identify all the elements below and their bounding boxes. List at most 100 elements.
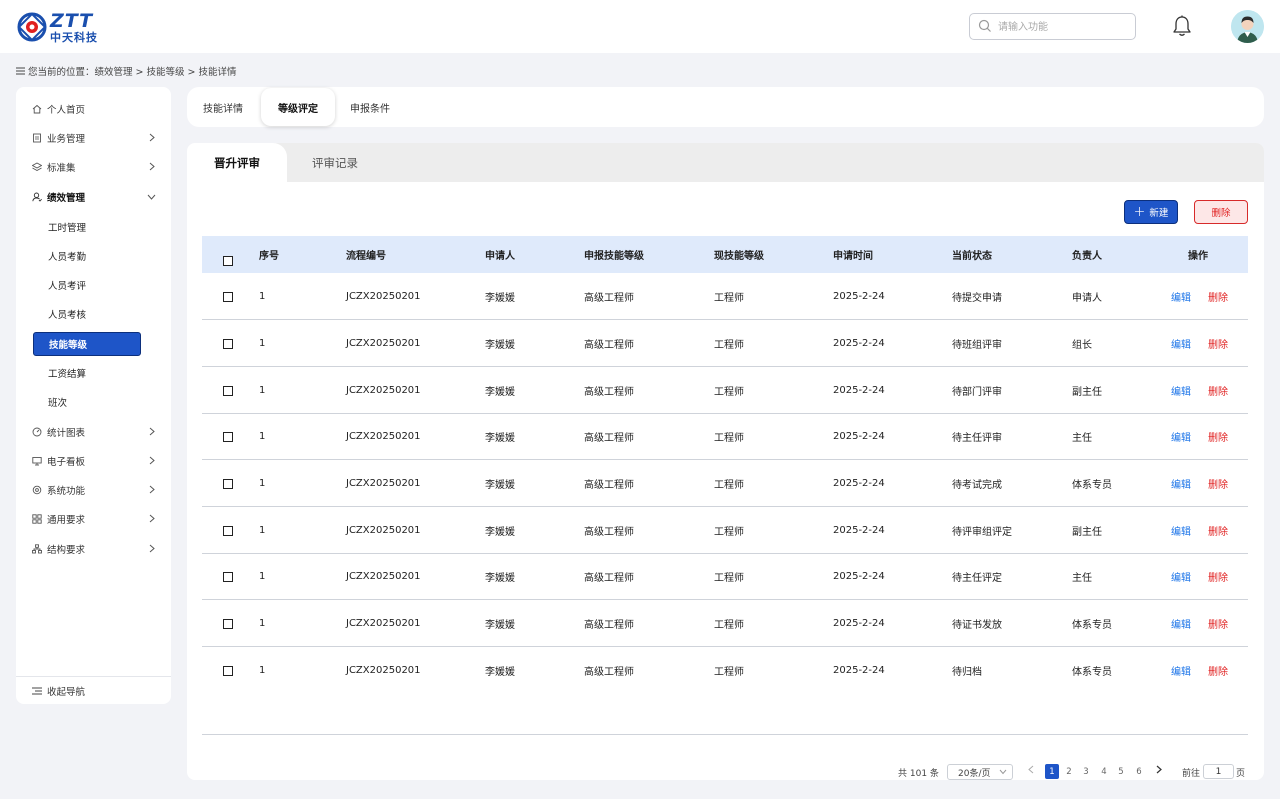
page-button[interactable]: 5 — [1114, 764, 1128, 779]
row-checkbox[interactable] — [223, 526, 233, 536]
tab-promotion-review[interactable]: 晋升评审 — [187, 143, 287, 182]
row-checkbox[interactable] — [223, 292, 233, 302]
cell-current-level: 工程师 — [714, 572, 744, 584]
cell-apply-level: 高级工程师 — [584, 572, 634, 584]
sidebar-item-general-req[interactable]: 通用要求 — [16, 506, 171, 532]
edit-link[interactable]: 编辑 — [1171, 647, 1191, 693]
sidebar-item-label: 系统功能 — [47, 486, 86, 497]
page-button[interactable]: 1 — [1045, 764, 1059, 779]
row-checkbox[interactable] — [223, 386, 233, 396]
sidebar-item-system[interactable]: 系统功能 — [16, 477, 171, 503]
cell-apply-level: 高级工程师 — [584, 339, 634, 351]
sidebar-sub-item-attendance[interactable]: 人员考勤 — [33, 244, 141, 268]
sidebar-item-home[interactable]: 个人首页 — [16, 96, 171, 122]
select-all-checkbox[interactable] — [223, 256, 233, 266]
grid-icon — [32, 514, 42, 524]
sidebar-sub-item-evaluation[interactable]: 人员考评 — [33, 273, 141, 297]
next-page-icon[interactable] — [1156, 765, 1162, 774]
row-checkbox[interactable] — [223, 619, 233, 629]
page-button[interactable]: 4 — [1097, 764, 1111, 779]
sidebar-sub-item-salary[interactable]: 工资结算 — [33, 361, 141, 385]
cell-applicant: 李媛媛 — [485, 339, 515, 351]
tab-review-records[interactable]: 评审记录 — [287, 143, 383, 182]
sidebar-item-standards[interactable]: 标准集 — [16, 154, 171, 180]
delete-link[interactable]: 删除 — [1208, 600, 1228, 646]
row-checkbox[interactable] — [223, 339, 233, 349]
sidebar-item-label: 绩效管理 — [47, 193, 86, 204]
cell-current-level: 工程师 — [714, 386, 744, 398]
sidebar-item-label: 个人首页 — [47, 105, 86, 116]
tab-application-conditions[interactable]: 申报条件 — [341, 87, 399, 127]
edit-link[interactable]: 编辑 — [1171, 413, 1191, 459]
chevron-right-icon — [149, 427, 155, 436]
notification-bell[interactable] — [1172, 15, 1192, 40]
cell-owner: 组长 — [1072, 339, 1092, 351]
cell-owner: 主任 — [1072, 572, 1092, 584]
tab-skill-details[interactable]: 技能详情 — [191, 87, 255, 127]
sidebar-item-label: 标准集 — [47, 163, 76, 174]
cell-current-level: 工程师 — [714, 339, 744, 351]
sidebar-item-business[interactable]: 业务管理 — [16, 125, 171, 151]
chevron-right-icon — [149, 485, 155, 494]
sidebar-item-charts[interactable]: 统计图表 — [16, 419, 171, 445]
delete-link[interactable]: 删除 — [1208, 413, 1228, 459]
cell-owner: 副主任 — [1072, 386, 1102, 398]
prev-page-icon[interactable] — [1028, 765, 1034, 774]
edit-link[interactable]: 编辑 — [1171, 507, 1191, 553]
column-header: 序号 — [259, 251, 279, 262]
sidebar-item-structure-req[interactable]: 结构要求 — [16, 536, 171, 562]
delete-link[interactable]: 删除 — [1208, 553, 1228, 599]
delete-link[interactable]: 删除 — [1208, 647, 1228, 693]
delete-link[interactable]: 删除 — [1208, 507, 1228, 553]
edit-link[interactable]: 编辑 — [1171, 600, 1191, 646]
page-button[interactable]: 2 — [1062, 764, 1076, 779]
row-checkbox[interactable] — [223, 666, 233, 676]
edit-link[interactable]: 编辑 — [1171, 367, 1191, 413]
sidebar-item-dashboard[interactable]: 电子看板 — [16, 448, 171, 474]
delete-link[interactable]: 删除 — [1208, 320, 1228, 366]
user-avatar[interactable] — [1231, 10, 1264, 43]
top-header: ZTT 中天科技 — [0, 0, 1280, 53]
row-checkbox[interactable] — [223, 572, 233, 582]
delete-link[interactable]: 删除 — [1208, 460, 1228, 506]
edit-link[interactable]: 编辑 — [1171, 553, 1191, 599]
cell-apply-level: 高级工程师 — [584, 432, 634, 444]
cell-status: 待主任评定 — [952, 572, 1002, 584]
page-size-select[interactable]: 20条/页 — [947, 764, 1013, 780]
table-row: 1 JCZX20250201 李媛媛 高级工程师 工程师 2025-2-24 待… — [202, 460, 1248, 507]
tab-level-assessment[interactable]: 等级评定 — [261, 88, 335, 126]
logo-text-cn: 中天科技 — [50, 30, 98, 44]
goto-page-input[interactable] — [1203, 764, 1234, 779]
row-checkbox[interactable] — [223, 432, 233, 442]
delete-link[interactable]: 删除 — [1208, 367, 1228, 413]
delete-link[interactable]: 删除 — [1208, 273, 1228, 319]
sidebar-sub-item-worktime[interactable]: 工时管理 — [33, 215, 141, 239]
cell-applicant: 李媛媛 — [485, 572, 515, 584]
column-header: 申报技能等级 — [584, 251, 644, 262]
edit-link[interactable]: 编辑 — [1171, 320, 1191, 366]
edit-link[interactable]: 编辑 — [1171, 273, 1191, 319]
search-input[interactable] — [998, 18, 1128, 36]
cell-no: 1 — [259, 664, 266, 676]
sidebar-sub-item-shift[interactable]: 班次 — [33, 390, 141, 414]
page-size-value: 20条/页 — [958, 768, 991, 779]
cell-code: JCZX20250201 — [346, 570, 421, 582]
sidebar-item-label: 电子看板 — [47, 457, 86, 468]
sidebar-item-performance[interactable]: 绩效管理 — [16, 184, 171, 210]
cell-code: JCZX20250201 — [346, 384, 421, 396]
column-header: 申请人 — [485, 251, 515, 262]
sidebar-sub-item-assessment[interactable]: 人员考核 — [33, 302, 141, 326]
new-button[interactable]: + 新建 — [1124, 200, 1178, 224]
cell-current-level: 工程师 — [714, 479, 744, 491]
cell-owner: 副主任 — [1072, 526, 1102, 538]
search-box[interactable] — [969, 13, 1136, 40]
page-button[interactable]: 3 — [1079, 764, 1093, 779]
delete-button[interactable]: 删除 — [1194, 200, 1248, 224]
chevron-right-icon — [149, 544, 155, 553]
collapse-nav-button[interactable]: 收起导航 — [16, 676, 171, 704]
edit-link[interactable]: 编辑 — [1171, 460, 1191, 506]
page-button[interactable]: 6 — [1132, 764, 1146, 779]
cell-status: 待班组评审 — [952, 339, 1002, 351]
row-checkbox[interactable] — [223, 479, 233, 489]
sidebar-sub-item-skill-level[interactable]: 技能等级 — [33, 332, 141, 356]
